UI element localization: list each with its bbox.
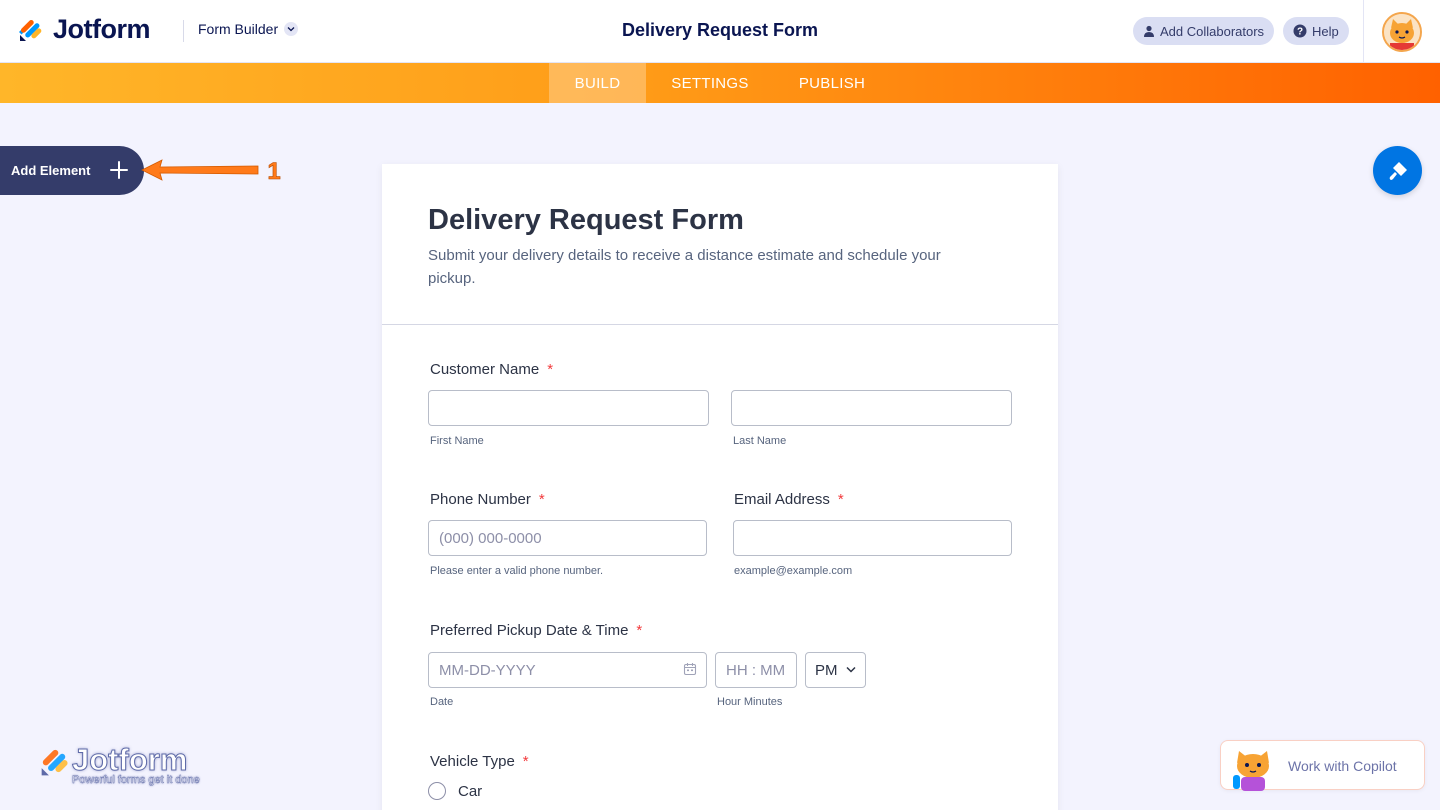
phone-input[interactable] <box>428 520 707 556</box>
help-button[interactable]: ? Help <box>1283 17 1349 45</box>
form-header[interactable]: Delivery Request Form Submit your delive… <box>382 164 1058 325</box>
pickup-label: Preferred Pickup Date & Time <box>430 622 629 639</box>
copilot-label: Work with Copilot <box>1288 758 1397 774</box>
vehicle-question: Vehicle Type * <box>430 753 529 770</box>
add-element-button[interactable]: Add Element <box>0 146 144 195</box>
jotform-logo-icon <box>19 19 42 41</box>
copilot-cat-icon <box>1233 751 1269 791</box>
email-label: Email Address <box>734 491 830 508</box>
time-input[interactable] <box>715 652 797 688</box>
last-name-input[interactable] <box>731 390 1012 426</box>
header-separator <box>1363 0 1364 63</box>
tab-build-label: BUILD <box>574 74 621 92</box>
jotform-logo[interactable]: Jotform <box>17 14 151 45</box>
top-bar: Jotform Form Builder Delivery Request Fo… <box>0 0 1440 63</box>
jotform-watermark-icon <box>41 749 68 776</box>
jotform-watermark: Jotform Powerful forms get it done <box>38 742 218 790</box>
required-marker: * <box>636 622 643 639</box>
work-with-copilot-button[interactable]: Work with Copilot <box>1220 740 1425 791</box>
tab-build[interactable]: BUILD <box>549 63 646 103</box>
ampm-value: PM <box>815 661 838 679</box>
tab-publish[interactable]: PUBLISH <box>786 63 878 103</box>
last-name-sublabel: Last Name <box>733 435 787 447</box>
builder-nav: BUILD SETTINGS PUBLISH <box>0 63 1440 103</box>
annotation-arrow: 1 <box>141 158 281 185</box>
pickup-question: Preferred Pickup Date & Time * <box>430 622 642 639</box>
phone-question: Phone Number * <box>430 491 545 508</box>
vehicle-option-label: Car <box>458 782 483 800</box>
watermark-tagline: Powerful forms get it done <box>72 774 200 786</box>
form-card: Delivery Request Form Submit your delive… <box>382 164 1058 810</box>
chevron-down-icon <box>284 22 299 36</box>
user-icon <box>1144 25 1154 37</box>
annotation-number: 1 <box>267 158 280 185</box>
radio-button[interactable] <box>428 782 446 800</box>
form-subtitle: Submit your delivery details to receive … <box>428 247 941 287</box>
add-collaborators-button[interactable]: Add Collaborators <box>1133 17 1275 45</box>
vehicle-option-car[interactable]: Car <box>428 782 482 800</box>
form-designer-button[interactable] <box>1373 146 1422 195</box>
email-sublabel: example@example.com <box>734 565 853 577</box>
tab-settings-label: SETTINGS <box>671 74 749 92</box>
first-name-sublabel: First Name <box>430 435 484 447</box>
header-divider <box>183 20 184 42</box>
brand-name: Jotform <box>53 14 151 44</box>
plus-icon <box>110 161 128 179</box>
date-sublabel: Date <box>430 696 454 708</box>
email-question: Email Address * <box>734 491 844 508</box>
phone-sublabel: Please enter a valid phone number. <box>430 565 604 577</box>
first-name-input[interactable] <box>428 390 709 426</box>
form-builder-dropdown[interactable]: Form Builder <box>198 21 299 37</box>
chevron-down-icon <box>846 666 856 673</box>
avatar[interactable] <box>1382 12 1422 52</box>
required-marker: * <box>837 491 844 508</box>
help-label: Help <box>1312 23 1339 39</box>
form-title: Delivery Request Form <box>428 204 744 236</box>
calendar-icon[interactable] <box>683 662 697 676</box>
question-icon: ? <box>1293 24 1307 38</box>
required-marker: * <box>547 361 554 378</box>
tab-settings[interactable]: SETTINGS <box>658 63 762 103</box>
ampm-select[interactable]: PM <box>805 652 866 688</box>
add-collaborators-label: Add Collaborators <box>1160 23 1265 39</box>
required-marker: * <box>538 491 545 508</box>
customer-name-question: Customer Name * <box>430 361 553 378</box>
vehicle-label: Vehicle Type <box>430 753 515 770</box>
add-element-label: Add Element <box>11 163 91 178</box>
page-title: Delivery Request Form <box>621 20 819 40</box>
time-sublabel: Hour Minutes <box>717 696 783 708</box>
watermark-brand: Jotform <box>71 742 188 778</box>
email-input[interactable] <box>733 520 1012 556</box>
cat-avatar-icon <box>1384 14 1420 50</box>
date-input[interactable] <box>428 652 707 688</box>
svg-text:?: ? <box>1297 27 1303 38</box>
phone-label: Phone Number <box>430 491 531 508</box>
tab-publish-label: PUBLISH <box>798 74 866 92</box>
required-marker: * <box>522 753 529 770</box>
paint-roller-icon <box>1389 161 1407 180</box>
form-builder-label: Form Builder <box>198 21 279 37</box>
customer-name-label: Customer Name <box>430 361 540 378</box>
